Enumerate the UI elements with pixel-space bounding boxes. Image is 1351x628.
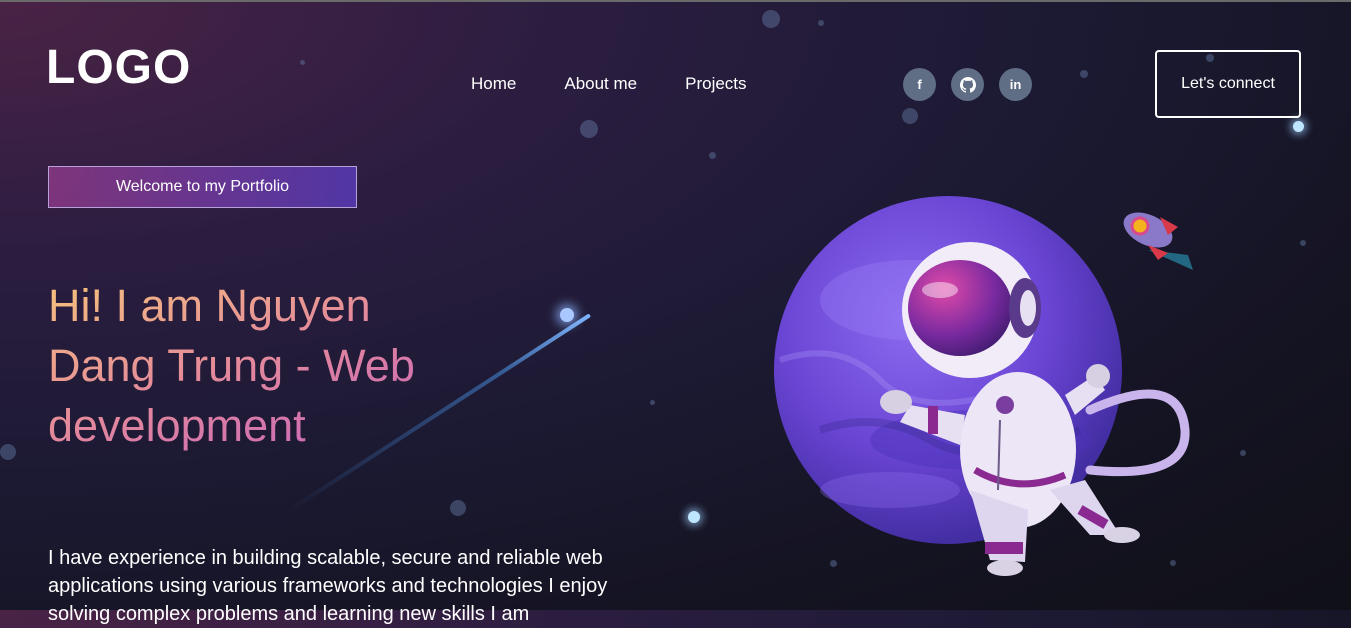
nav-home-link[interactable]: Home: [471, 74, 516, 94]
rocket-icon: [1123, 212, 1193, 270]
window-top-border: [0, 0, 1351, 2]
logo[interactable]: LOGO: [46, 44, 191, 92]
github-icon[interactable]: [951, 68, 984, 101]
social-links: f in: [903, 68, 1032, 101]
lets-connect-button[interactable]: Let's connect: [1155, 50, 1301, 118]
nav-about-link[interactable]: About me: [564, 74, 637, 94]
welcome-badge: Welcome to my Portfolio: [48, 166, 357, 208]
linkedin-icon[interactable]: in: [999, 68, 1032, 101]
hero-headline: Hi! I am Nguyen Dang Trung - Web develop…: [48, 276, 468, 456]
facebook-icon[interactable]: f: [903, 68, 936, 101]
nav-projects-link[interactable]: Projects: [685, 74, 746, 94]
hero-description: I have experience in building scalable, …: [48, 547, 608, 625]
main-nav: Home About me Projects: [471, 74, 747, 94]
shooting-star-icon: [560, 308, 574, 322]
